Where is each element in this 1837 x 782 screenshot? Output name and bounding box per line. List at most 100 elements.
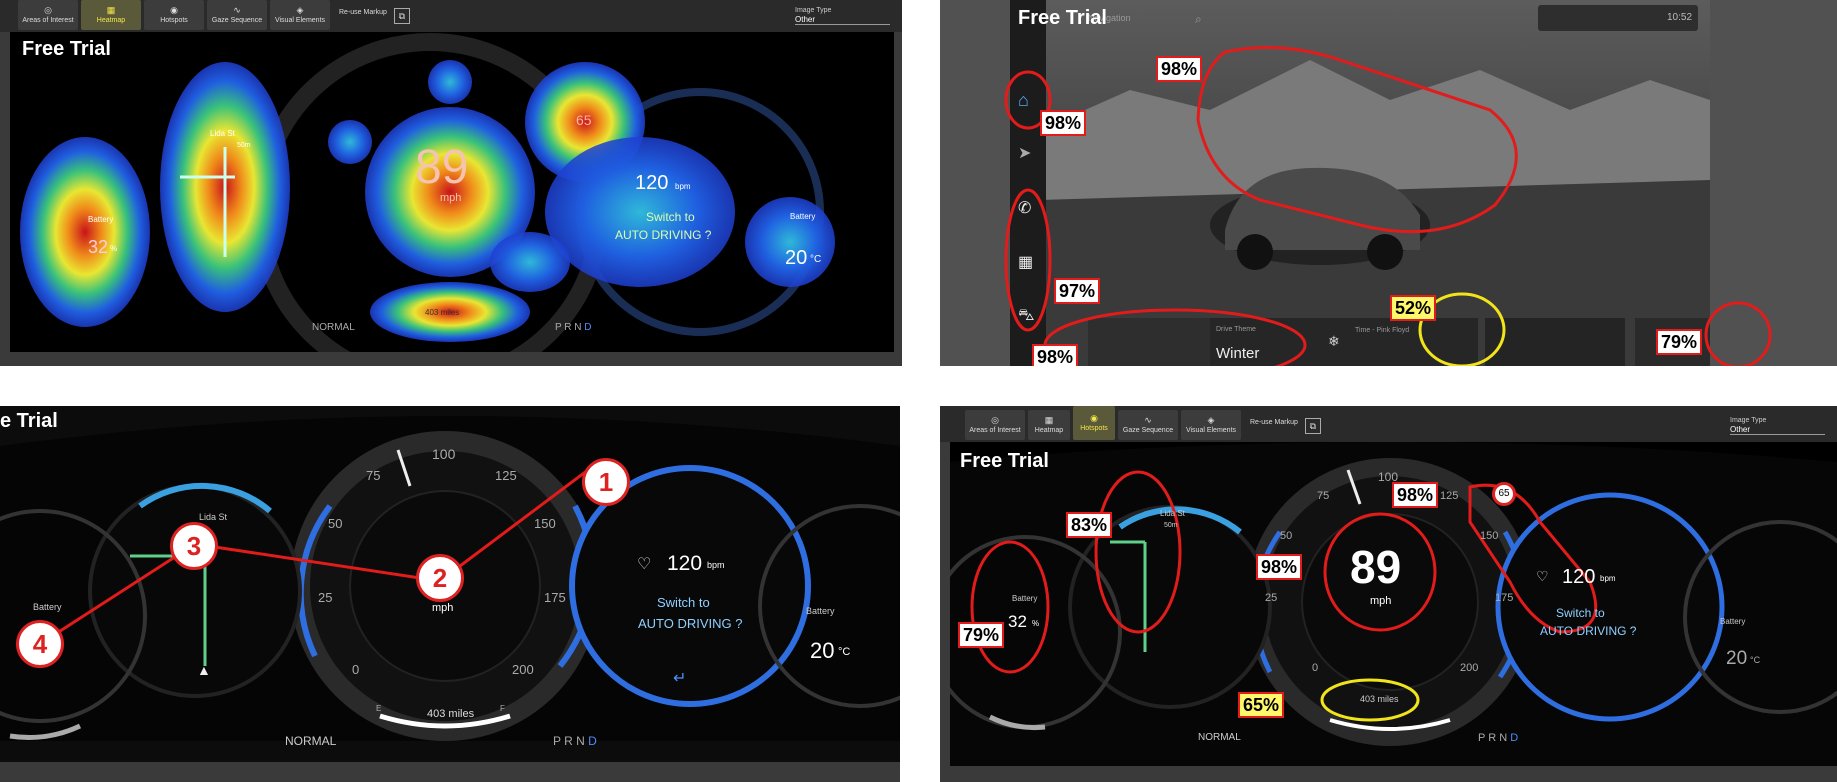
right-battery-label: Battery [790,212,816,221]
path-icon: ∿ [233,5,241,15]
visual-elements-tab[interactable]: ◈ Visual Elements [1181,410,1241,440]
aoi-tag-weather: 79% [1656,329,1703,355]
tick-50: 50 [1280,530,1293,542]
free-trial-watermark: Free Trial [960,450,1049,472]
aoi-tag-music: 52% [1390,295,1437,321]
bpm-value: 120 [667,552,703,575]
speed-unit: mph [440,192,462,204]
hotspot-scene: Free Trial 0 25 50 75 100 125 150 175 20… [950,442,1837,766]
image-type-select[interactable]: Image Type Other [795,6,890,25]
bpm-unit: bpm [675,182,691,191]
temp-unit: °C [838,646,851,658]
speed-value: 89 [415,141,469,194]
bpm-unit: bpm [707,560,725,570]
auto-line2: AUTO DRIVING ? [1540,624,1637,638]
tick-175: 175 [1495,592,1514,604]
speed-unit: mph [432,602,454,614]
aoi-tag-car: 98% [1156,56,1203,82]
street-name: Lida St [210,129,235,138]
temp-value: 20 [1726,648,1748,669]
bpm-unit: bpm [1600,574,1616,583]
fuel-empty: E [376,704,382,713]
nav-arrow-icon: ▲ [197,662,211,678]
target-icon: ◎ [991,415,999,425]
tick-0: 0 [1312,662,1319,674]
fuel-full: F [500,704,505,713]
speed-limit: 65 [1492,482,1516,506]
gaze-marker-4: 4 [16,620,64,668]
path-icon: ∿ [1144,415,1152,425]
bpm-value: 120 [1562,566,1596,588]
gaze-marker-3: 3 [170,522,218,570]
right-battery-label: Battery [1720,617,1746,626]
battery-value: 32 [1008,612,1027,631]
aoi-tag-social: 98% [1032,344,1079,366]
reuse-markup-label: Re-use Markup [1250,419,1298,426]
street-distance: 50m [1164,522,1178,529]
toolbar: ◎ Areas of Interest ▦ Heatmap ◉ Hotspots ∿ G… [940,406,1837,442]
range-value: 403 miles [427,708,475,720]
gear-selector: P R N D [555,322,592,333]
hotspots-tab[interactable]: ◉ Hotspots [1073,406,1115,440]
temp-value: 20 [785,247,808,269]
hotspot-tag-range: 65% [1238,692,1285,718]
toolbar: ◎ Areas of Interest ▦ Heatmap ◉ Hotspots ∿ G… [0,0,902,32]
gaze-sequence-tab[interactable]: ∿ Gaze Sequence [1118,410,1178,440]
eye-icon: ◉ [1090,413,1098,423]
heatmap-panel: ◎ Areas of Interest ▦ Heatmap ◉ Hotspots ∿ G… [0,0,902,366]
battery-unit: % [110,244,118,253]
gaze-sequence-tab[interactable]: ∿ Gaze Sequence [207,0,267,30]
areas-of-interest-tab[interactable]: ◎ Areas of Interest [965,410,1025,440]
hotspot-tag-battery: 79% [958,622,1005,648]
drive-mode: NORMAL [312,322,355,333]
auto-line1: Switch to [657,595,710,610]
tick-25: 25 [318,590,333,605]
heatmap-icon: ▦ [106,5,116,15]
right-battery-label: Battery [806,606,835,616]
aoi-outlines [1004,46,1772,366]
bpm-value: 120 [635,172,669,194]
heatmap-scene: Free Trial 89 mph 65 120 bpm Switch to A… [10,32,894,352]
hotspots-tab[interactable]: ◉ Hotspots [144,0,204,30]
gaze-sequence-panel: e Trial 0 25 50 75 100 125 150 175 200 m… [0,406,900,782]
tick-200: 200 [512,662,534,677]
street-name: Lida St [199,512,228,522]
temp-value: 20 [810,638,835,663]
tick-125: 125 [1440,490,1459,502]
battery-unit: % [1032,619,1040,628]
auto-line1: Switch to [1556,606,1605,620]
speed-unit: mph [1370,595,1392,607]
heatmap-tab[interactable]: ▦ Heatmap [1028,410,1070,440]
areas-of-interest-tab[interactable]: ◎ Areas of Interest [18,0,78,30]
layers-icon: ◈ [296,5,304,15]
reuse-markup-button[interactable]: ⧉ [1304,418,1321,434]
tick-200: 200 [1460,662,1479,674]
tick-150: 150 [1480,530,1499,542]
temp-unit: °C [1750,655,1761,665]
heart-icon: ♡ [1536,568,1549,584]
gaze-marker-2: 2 [416,554,464,602]
tick-50: 50 [328,516,343,531]
range-value: 403 miles [1360,694,1399,704]
gear-selector: P R N D [1478,732,1519,744]
visual-elements-tab[interactable]: ◈ Visual Elements [270,0,330,30]
heart-icon: ♡ [637,556,652,573]
tick-75: 75 [366,468,381,483]
left-battery-label: Battery [33,602,62,612]
heatmap-icon: ▦ [1044,415,1054,425]
heatmap-tab[interactable]: ▦ Heatmap [81,0,141,30]
hotspots-panel: ◎ Areas of Interest ▦ Heatmap ◉ Hotspots ∿ G… [940,406,1837,782]
reuse-markup-button[interactable]: ⧉ [393,8,410,24]
hotspot-tag-limit: 98% [1392,482,1439,508]
return-icon[interactable]: ↵ [673,668,686,688]
gear-selector: P R N D [553,734,597,748]
hotspot-tag-speed: 98% [1256,554,1303,580]
image-type-select[interactable]: Image Type Other [1730,416,1825,435]
free-trial-watermark: Free Trial [22,38,111,60]
target-icon: ◎ [44,5,52,15]
drive-mode: NORMAL [1198,732,1241,743]
tick-0: 0 [352,662,360,677]
aoi-tag-sidebar: 97% [1054,278,1101,304]
auto-line2: AUTO DRIVING ? [638,616,743,631]
tick-175: 175 [544,590,566,605]
